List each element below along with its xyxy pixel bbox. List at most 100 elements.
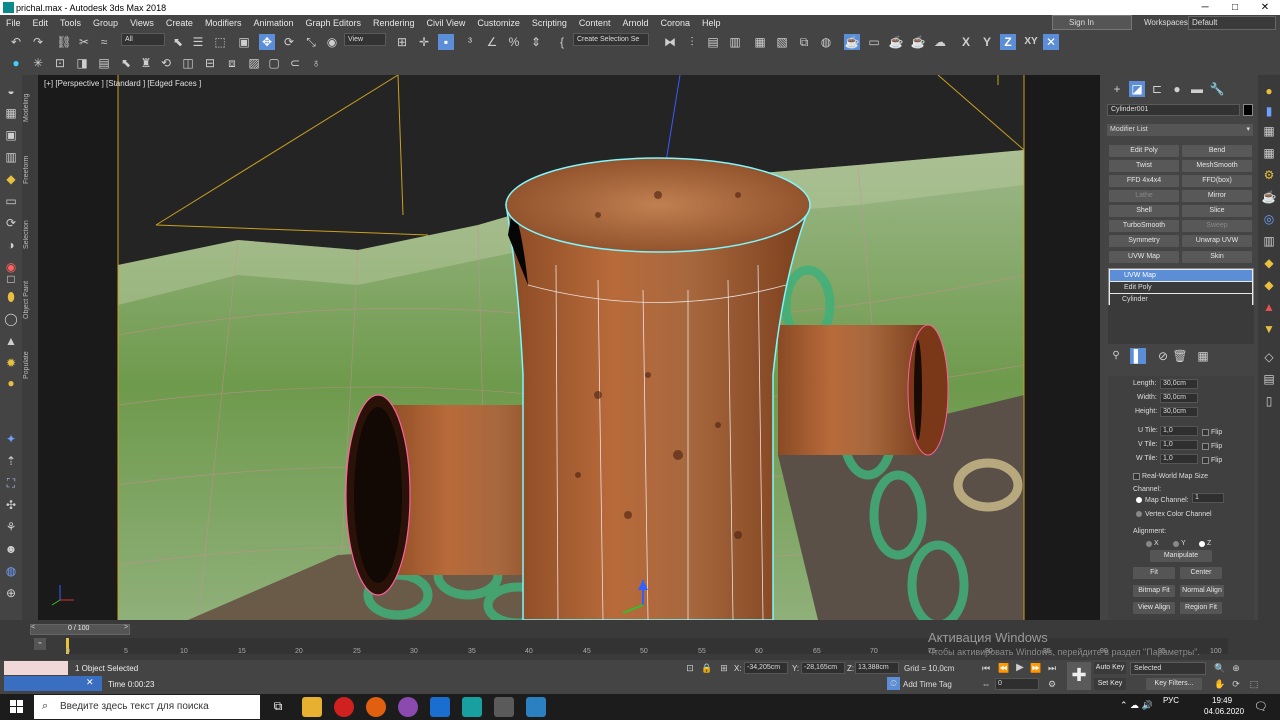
populate-tool-icon[interactable]: ✦: [3, 431, 19, 447]
sun-tool-icon[interactable]: ✹: [3, 355, 19, 371]
select-by-name-icon[interactable]: ☰: [190, 34, 206, 50]
box-create-icon[interactable]: ◆: [1261, 255, 1277, 271]
mod-lathe-button[interactable]: Lathe: [1109, 190, 1179, 202]
cone-tool-icon[interactable]: ▲: [3, 333, 19, 349]
menu-corona[interactable]: Corona: [654, 18, 696, 28]
edge-icon[interactable]: ⊟: [202, 55, 218, 71]
v-flip-checkbox[interactable]: [1202, 443, 1209, 450]
normal-align-button[interactable]: Normal Align: [1180, 585, 1224, 597]
menu-content[interactable]: Content: [573, 18, 617, 28]
mod-bend-button[interactable]: Bend: [1182, 145, 1252, 157]
list-icon[interactable]: ▤: [96, 55, 112, 71]
menu-arnold[interactable]: Arnold: [616, 18, 654, 28]
render-icon[interactable]: ◨: [74, 55, 90, 71]
u-flip-checkbox[interactable]: [1202, 429, 1209, 436]
tab-modeling[interactable]: Modeling: [23, 83, 37, 133]
zoom-icon[interactable]: 🔍: [1212, 660, 1228, 676]
mod-shell-button[interactable]: Shell: [1109, 205, 1179, 217]
tab-object-paint[interactable]: Object Paint: [23, 270, 37, 330]
taskbar-date[interactable]: 04.06.2020: [1204, 707, 1244, 716]
rect-selection-icon[interactable]: ⬚: [212, 34, 228, 50]
axis-z-icon[interactable]: Z: [1000, 34, 1016, 50]
triangulate-icon[interactable]: ◆: [3, 171, 19, 187]
hedra-create-icon[interactable]: ◇: [1261, 349, 1277, 365]
mod-meshsmooth-button[interactable]: MeshSmooth: [1182, 160, 1252, 172]
edit-named-selection-icon[interactable]: {: [554, 34, 570, 50]
stack-item-uvw-map[interactable]: UVW Map: [1110, 270, 1252, 281]
menu-group[interactable]: Group: [87, 18, 124, 28]
teapot-icon[interactable]: ☕: [1261, 189, 1277, 205]
named-selection-dropdown[interactable]: Create Selection Se: [573, 33, 649, 46]
manipulate-icon[interactable]: ✛: [416, 34, 432, 50]
simulate-icon[interactable]: ⚘: [3, 519, 19, 535]
go-to-end-icon[interactable]: ⏭: [1044, 660, 1060, 676]
render-production-icon[interactable]: ☕: [888, 34, 904, 50]
play-icon[interactable]: ▶: [1012, 660, 1028, 676]
viewport-label[interactable]: [+] [Perspective ] [Standard ] [Edged Fa…: [44, 79, 201, 88]
view-align-button[interactable]: View Align: [1133, 602, 1175, 614]
input-language[interactable]: РУС: [1163, 696, 1179, 705]
pan-icon[interactable]: ✋: [1212, 676, 1228, 692]
menu-help[interactable]: Help: [696, 18, 727, 28]
schematic-view-icon[interactable]: ⧉: [796, 34, 812, 50]
taskbar-clock[interactable]: 19:49: [1212, 696, 1232, 705]
light-bulb-icon[interactable]: ●: [8, 55, 24, 71]
pin-stack-icon[interactable]: ⚲: [1108, 348, 1124, 364]
axis-xy-icon[interactable]: XY: [1021, 34, 1041, 50]
time-slider-next-icon[interactable]: >: [124, 624, 128, 631]
smooth-icon[interactable]: ◑: [3, 237, 19, 253]
select-scale-icon[interactable]: ⤡: [303, 34, 319, 50]
region-fit-button[interactable]: Region Fit: [1180, 602, 1222, 614]
ring-icon[interactable]: ♁: [308, 55, 324, 71]
make-unique-icon[interactable]: ⊘: [1155, 348, 1171, 364]
axis-y-icon[interactable]: Y: [979, 34, 995, 50]
tab-freeform[interactable]: Freeform: [23, 145, 37, 195]
display-tool-icon[interactable]: ⊕: [3, 585, 19, 601]
cylinder-create-icon[interactable]: ▮: [1261, 103, 1277, 119]
modeling-tool-icon[interactable]: ◒: [3, 83, 19, 99]
select-move-icon[interactable]: ✥: [259, 34, 275, 50]
curve-editor-icon[interactable]: ▧: [774, 34, 790, 50]
stairs-create-icon[interactable]: ▤: [1261, 371, 1277, 387]
layer-explorer-icon[interactable]: ▤: [705, 34, 721, 50]
mod-ffdbox-button[interactable]: FFD(box): [1182, 175, 1252, 187]
redo-icon[interactable]: ↷: [30, 34, 46, 50]
mod-skin-button[interactable]: Skin: [1182, 251, 1252, 263]
mod-slice-button[interactable]: Slice: [1182, 205, 1252, 217]
material-editor-icon[interactable]: ◍: [818, 34, 834, 50]
mod-symmetry-button[interactable]: Symmetry: [1109, 235, 1179, 247]
door-create-icon[interactable]: ▯: [1261, 393, 1277, 409]
mod-twist-button[interactable]: Twist: [1109, 160, 1179, 172]
globe-tool-icon[interactable]: ◍: [3, 563, 19, 579]
keyboard-shortcut-override-icon[interactable]: ▪: [438, 34, 454, 50]
x-coord-field[interactable]: -34,205cm: [744, 662, 788, 674]
select-icon[interactable]: ⬉: [118, 55, 134, 71]
show-end-result-icon[interactable]: ▌: [1130, 348, 1146, 364]
zoom-all-icon[interactable]: ⊕: [1228, 660, 1244, 676]
w-flip-checkbox[interactable]: [1202, 457, 1209, 464]
remove-modifier-icon[interactable]: 🗑: [1172, 348, 1188, 364]
menu-modifiers[interactable]: Modifiers: [199, 18, 248, 28]
align-tool-icon[interactable]: ▭: [3, 193, 19, 209]
align-x-radio[interactable]: [1146, 541, 1152, 547]
telegram-icon[interactable]: [526, 697, 546, 717]
grid-create-icon[interactable]: ▦: [1261, 145, 1277, 161]
vtile-spinner[interactable]: 1,0: [1160, 440, 1198, 450]
opera-icon[interactable]: [334, 697, 354, 717]
tab-populate[interactable]: Populate: [23, 340, 37, 390]
spinner-snap-icon[interactable]: ⇕: [528, 34, 544, 50]
mirror-icon[interactable]: ⧓: [662, 34, 678, 50]
modifier-list-dropdown[interactable]: Modifier List ▾: [1107, 124, 1253, 136]
display-tab-icon[interactable]: ▬: [1189, 81, 1205, 97]
width-spinner[interactable]: 30,0cm: [1160, 393, 1198, 403]
align-z-radio[interactable]: [1199, 541, 1205, 547]
hierarchy-tab-icon[interactable]: ⊏: [1149, 81, 1165, 97]
length-spinner[interactable]: 30,0cm: [1160, 379, 1198, 389]
rendered-frame-icon[interactable]: ▭: [866, 34, 882, 50]
undo-icon[interactable]: ↶: [8, 34, 24, 50]
y-coord-field[interactable]: -28,165cm: [801, 662, 845, 674]
mod-uvw-map-button[interactable]: UVW Map: [1109, 251, 1179, 263]
utilities-tab-icon[interactable]: 🔧: [1209, 81, 1225, 97]
tab-selection[interactable]: Selection: [23, 210, 37, 260]
edit-tool-icon[interactable]: ▦: [3, 105, 19, 121]
